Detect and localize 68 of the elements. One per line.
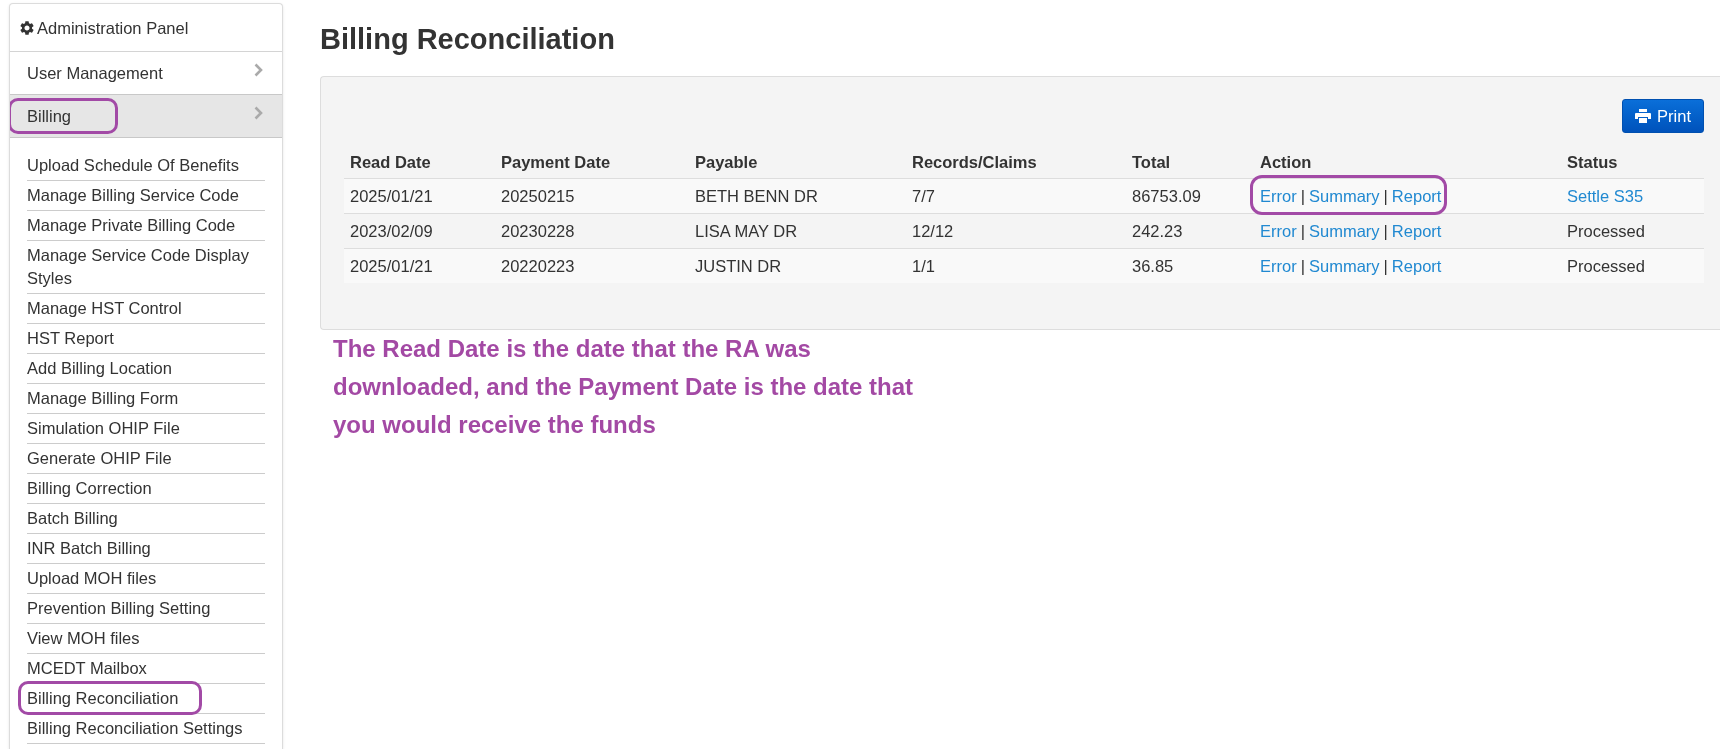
- printer-icon: [1635, 109, 1652, 123]
- gear-icon: [20, 20, 34, 35]
- submenu-link[interactable]: Manage Billing Service Code: [27, 181, 265, 211]
- submenu-link[interactable]: Batch Billing: [27, 504, 265, 534]
- link-separator: |: [1383, 257, 1388, 275]
- action-link[interactable]: Error: [1260, 257, 1297, 275]
- action-link[interactable]: Summary: [1308, 257, 1380, 275]
- annotation-text: The Read Date is the date that the RA was downloaded, and the Payment Date is the date that you would receive the funds: [333, 334, 915, 440]
- sidebar-title: Administration Panel: [37, 17, 189, 39]
- action-link[interactable]: Error: [1260, 187, 1297, 205]
- table-cell: BETH BENN DR: [689, 178, 906, 214]
- action-link[interactable]: Report: [1391, 222, 1442, 240]
- chevron-right-icon: [254, 106, 263, 120]
- table-cell: 242.23: [1126, 213, 1254, 249]
- table-cell: 36.85: [1126, 248, 1254, 283]
- submenu-link[interactable]: Manage HST Control: [27, 294, 265, 324]
- submenu-link[interactable]: View MOH files: [27, 624, 265, 654]
- column-header: Action: [1254, 146, 1561, 179]
- submenu-link[interactable]: MCEDT Mailbox: [27, 654, 265, 684]
- sidebar-menu-item[interactable]: Billing: [10, 95, 282, 138]
- table-cell: 20230228: [495, 213, 689, 249]
- submenu-link[interactable]: Simulation OHIP File: [27, 414, 265, 444]
- sidebar-menu-item[interactable]: User Management: [10, 52, 282, 95]
- submenu-link[interactable]: Billing Correction: [27, 474, 265, 504]
- submenu-link[interactable]: Prevention Billing Setting: [27, 594, 265, 624]
- submenu-link[interactable]: Billing Reconciliation: [27, 684, 265, 714]
- table-cell: 12/12: [906, 213, 1126, 249]
- action-link[interactable]: Summary: [1308, 222, 1380, 240]
- table-cell: 2023/02/09: [344, 213, 495, 249]
- link-separator: |: [1300, 222, 1305, 240]
- link-separator: |: [1383, 222, 1388, 240]
- action-link[interactable]: Report: [1391, 187, 1442, 205]
- submenu-link[interactable]: INR Batch Billing: [27, 534, 265, 564]
- page-title: Billing Reconciliation: [320, 22, 615, 56]
- submenu-link[interactable]: Upload Schedule Of Benefits: [27, 151, 265, 181]
- table-cell: 86753.09: [1126, 178, 1254, 214]
- submenu-link[interactable]: Add Billing Location: [27, 354, 265, 384]
- table-cell: LISA MAY DR: [689, 213, 906, 249]
- submenu-link[interactable]: Manage Billing Form: [27, 384, 265, 414]
- link-separator: |: [1300, 187, 1305, 205]
- column-header: Payable: [689, 146, 906, 179]
- table-cell: JUSTIN DR: [689, 248, 906, 283]
- column-header: Status: [1561, 146, 1704, 179]
- action-link[interactable]: Report: [1391, 257, 1442, 275]
- table-cell: 2025/01/21: [344, 178, 495, 214]
- submenu-link[interactable]: Manage Private Billing Code: [27, 211, 265, 241]
- column-header: Records/Claims: [906, 146, 1126, 179]
- action-link[interactable]: Summary: [1308, 187, 1380, 205]
- column-header: Read Date: [344, 146, 495, 179]
- link-separator: |: [1383, 187, 1388, 205]
- link-separator: |: [1300, 257, 1305, 275]
- table-cell: 20250215: [495, 178, 689, 214]
- table-cell: 1/1: [906, 248, 1126, 283]
- status-link[interactable]: Settle S35: [1567, 187, 1644, 205]
- table-cell: Processed: [1561, 248, 1704, 283]
- submenu-link[interactable]: Manage Service Code Display Styles: [27, 241, 265, 294]
- table-cell: 20220223: [495, 248, 689, 283]
- print-button[interactable]: Print: [1622, 99, 1704, 133]
- table-cell: Processed: [1561, 213, 1704, 249]
- submenu-link[interactable]: Upload MOH files: [27, 564, 265, 594]
- table-cell: 7/7: [906, 178, 1126, 214]
- column-header: Payment Date: [495, 146, 689, 179]
- table-cell: 2025/01/21: [344, 248, 495, 283]
- submenu-link[interactable]: Generate OHIP File: [27, 444, 265, 474]
- column-header: Total: [1126, 146, 1254, 179]
- submenu-link[interactable]: Billing Reconciliation Settings: [27, 714, 265, 744]
- submenu-link[interactable]: HST Report: [27, 324, 265, 354]
- chevron-right-icon: [254, 63, 263, 77]
